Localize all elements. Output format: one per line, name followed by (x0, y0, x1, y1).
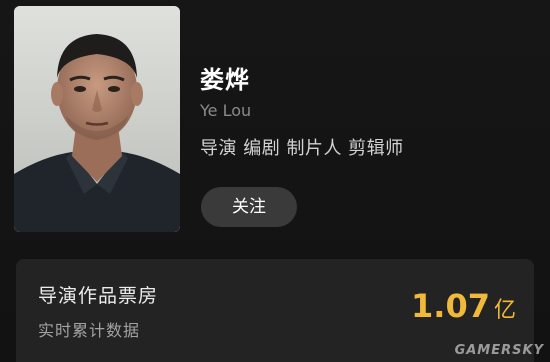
box-office-subtitle: 实时累计数据 (38, 321, 141, 340)
person-name: 娄烨 (200, 66, 250, 94)
box-office-unit: 亿 (493, 298, 516, 323)
follow-button[interactable]: 关注 (201, 187, 297, 227)
box-office-number: 1.07 (411, 287, 490, 325)
gamersky-watermark: GAMERSKY (454, 343, 544, 358)
person-photo (14, 6, 180, 232)
box-office-value: 1.07 亿 (411, 287, 516, 325)
person-detail-page: 娄烨 Ye Lou 导演 编剧 制片人 剪辑师 关注 导演作品票房 实时累计数据… (0, 0, 550, 362)
person-name-english: Ye Lou (200, 101, 252, 120)
box-office-title: 导演作品票房 (38, 285, 159, 307)
person-roles: 导演 编剧 制片人 剪辑师 (200, 138, 404, 159)
